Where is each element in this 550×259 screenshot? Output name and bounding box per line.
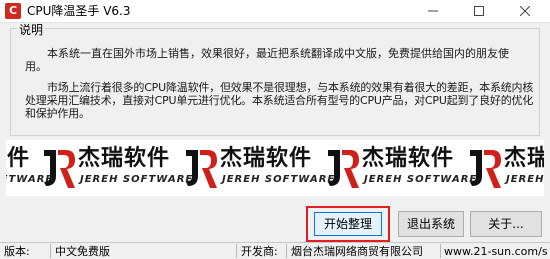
cpu-flame-icon: C bbox=[5, 3, 21, 19]
website-link[interactable]: www.21-sun.com/s bbox=[444, 244, 550, 259]
description-paragraph-1: 本系统一直在国外市场上销售，效果很好，最近把系统翻译成中文版，免费提供给国内的朋… bbox=[25, 47, 509, 73]
version-label: 版本: bbox=[4, 245, 30, 258]
window-title: CPU降温圣手 V6.3 bbox=[27, 4, 131, 18]
jereh-software-banner: 杰瑞软件 JEREH SOFTWARE 杰瑞软件 JEREH SOFTWARE … bbox=[6, 140, 544, 196]
logo-chinese-text: 杰瑞软件 bbox=[6, 146, 31, 171]
jereh-logo-icon bbox=[186, 150, 217, 188]
logo-chinese-text: 杰瑞软件 bbox=[362, 146, 455, 171]
description-legend: 说明 bbox=[17, 23, 46, 37]
logo-tile: 杰瑞软件 JEREH SOFTWARE bbox=[36, 142, 192, 194]
status-divider bbox=[440, 244, 441, 258]
description-paragraph-2: 市场上流行着很多的CPU降温软件，但效果不是很理想，与本系统的效果有着很大的差距… bbox=[25, 81, 534, 120]
start-optimize-label: 开始整理 bbox=[314, 212, 382, 236]
logo-english-text: JEREH SOFTWARE bbox=[222, 174, 336, 185]
logo-chinese-text: 杰瑞软件 bbox=[220, 146, 313, 171]
status-divider bbox=[50, 244, 51, 258]
maximize-icon bbox=[474, 6, 484, 16]
minimize-icon bbox=[428, 10, 438, 12]
jereh-logo-icon bbox=[328, 150, 359, 188]
logo-tile: 杰瑞软件 JEREH SOFTWARE bbox=[178, 142, 334, 194]
start-optimize-button[interactable]: 开始整理 bbox=[306, 206, 390, 242]
minimize-button[interactable] bbox=[410, 0, 456, 22]
developer-value: 烟台杰瑞网络商贸有限公司 bbox=[291, 245, 423, 258]
logo-tile: 杰瑞软件 JEREH SOFTWARE bbox=[320, 142, 476, 194]
logo-english-text: JEREH SOFTWARE bbox=[506, 174, 544, 185]
logo-english-text: JEREH SOFTWARE bbox=[364, 174, 478, 185]
maximize-button[interactable] bbox=[456, 0, 502, 22]
status-divider bbox=[236, 244, 237, 258]
exit-button[interactable]: 退出系统 bbox=[398, 211, 464, 237]
jereh-logo-icon bbox=[44, 150, 75, 188]
close-button[interactable] bbox=[502, 0, 548, 22]
logo-chinese-text: 杰瑞软件 bbox=[78, 146, 171, 171]
logo-english-text: JEREH SOFTWARE bbox=[80, 174, 194, 185]
description-group: 说明 本系统一直在国外市场上销售，效果很好，最近把系统翻译成中文版，免费提供给国… bbox=[10, 23, 540, 136]
logo-tile: 杰瑞软件 JEREH SOFTWARE bbox=[462, 142, 544, 194]
title-bar: C CPU降温圣手 V6.3 bbox=[0, 0, 550, 23]
status-bar: 版本: 中文免费版 开发商: 烟台杰瑞网络商贸有限公司 www.21-sun.c… bbox=[0, 242, 550, 259]
status-divider bbox=[286, 244, 287, 258]
logo-tile: 杰瑞软件 JEREH SOFTWARE bbox=[6, 142, 52, 194]
developer-label: 开发商: bbox=[241, 245, 278, 258]
close-icon bbox=[520, 6, 530, 16]
jereh-logo-icon bbox=[470, 150, 501, 188]
logo-chinese-text: 杰瑞软件 bbox=[504, 146, 544, 171]
version-value: 中文免费版 bbox=[55, 245, 110, 258]
about-button[interactable]: 关于... bbox=[470, 211, 542, 237]
